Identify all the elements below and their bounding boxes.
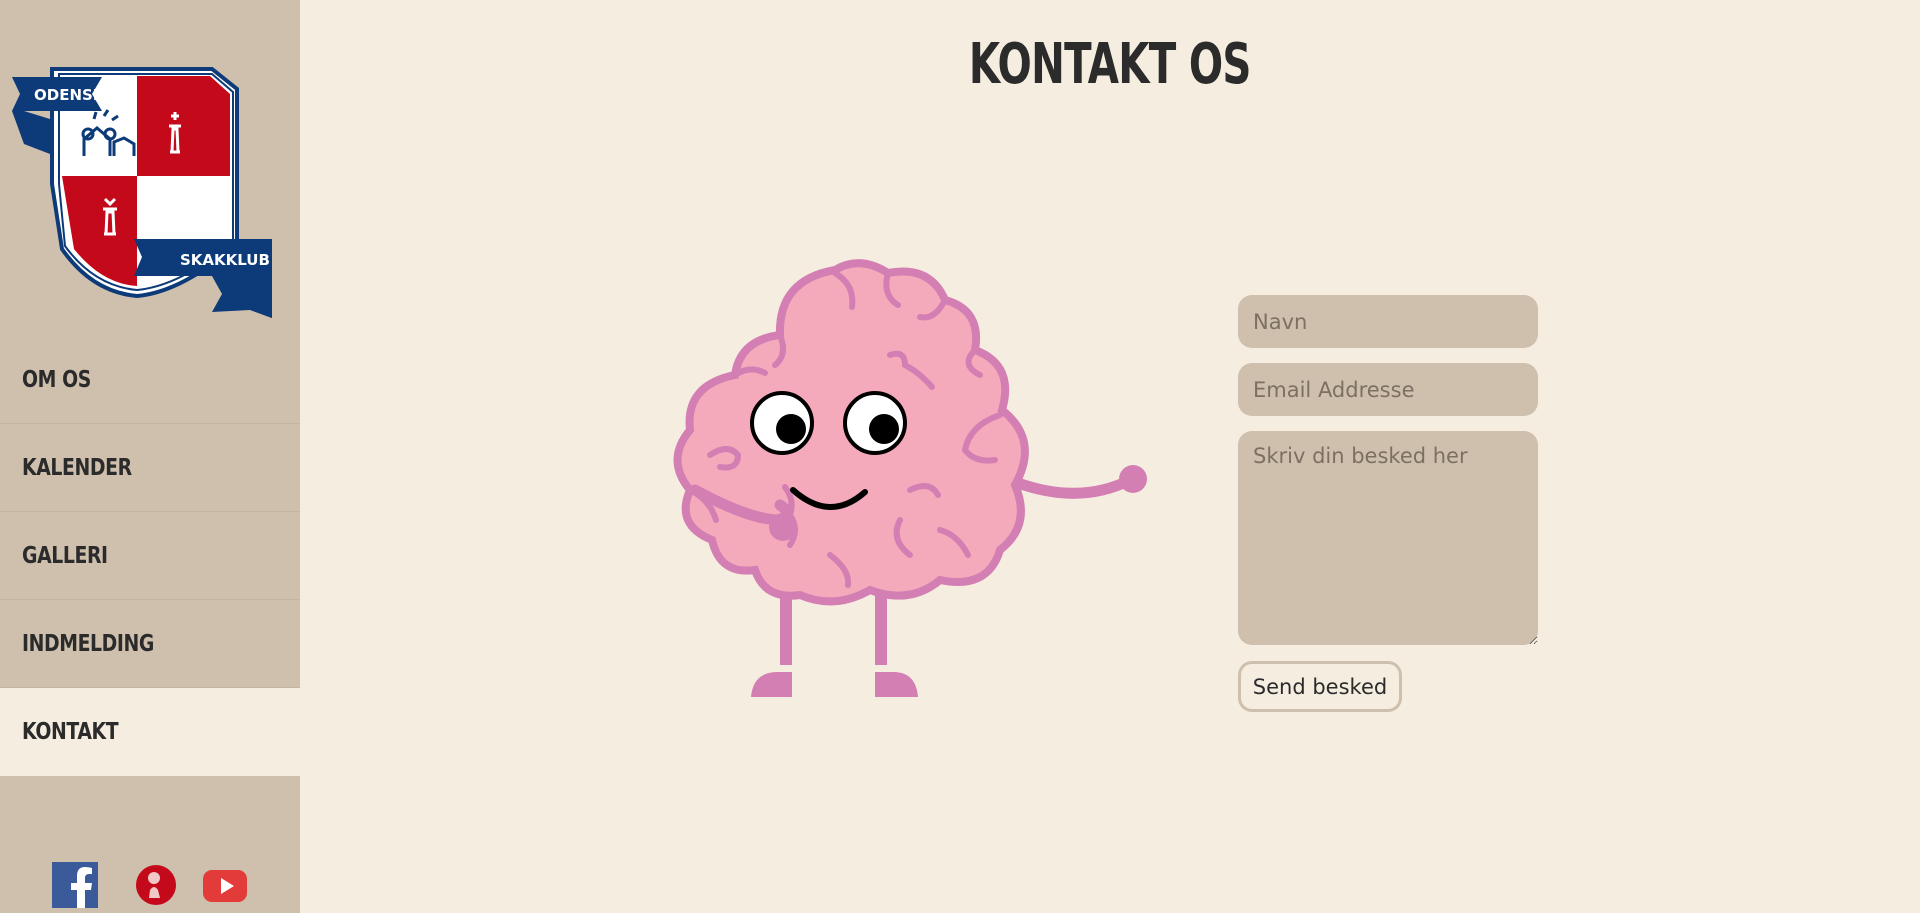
name-input[interactable] xyxy=(1238,295,1538,348)
nav-item-kalender[interactable]: KALENDER xyxy=(0,424,300,512)
nav-item-label: KONTAKT xyxy=(22,718,119,745)
nav-item-label: KALENDER xyxy=(22,454,132,481)
send-message-button[interactable]: Send besked xyxy=(1238,661,1402,712)
club-logo[interactable]: ODENSE SKAKKLUB xyxy=(12,64,272,326)
nav-item-galleri[interactable]: GALLERI xyxy=(0,512,300,600)
nav-item-om-os[interactable]: OM OS xyxy=(0,336,300,424)
youtube-icon[interactable] xyxy=(202,860,250,908)
nav-item-label: OM OS xyxy=(22,366,91,393)
mascot-right-arm xyxy=(1012,474,1136,499)
message-textarea[interactable] xyxy=(1238,431,1538,645)
page-title-text: KONTAKT OS xyxy=(969,32,1252,97)
nav-item-kontakt[interactable]: KONTAKT xyxy=(0,688,300,776)
logo-top-text: ODENSE xyxy=(34,86,103,104)
nav-item-indmelding[interactable]: INDMELDING xyxy=(0,600,300,688)
chess-pawn-icon[interactable] xyxy=(132,860,180,908)
page-title: KONTAKT OS xyxy=(300,32,1920,97)
nav-item-label: GALLERI xyxy=(22,542,108,569)
sidebar: ODENSE SKAKKLUB OM OS KALENDER GALLERI I… xyxy=(0,0,300,913)
facebook-icon[interactable] xyxy=(52,860,100,908)
main-nav: OM OS KALENDER GALLERI INDMELDING KONTAK… xyxy=(0,336,300,776)
email-input[interactable] xyxy=(1238,363,1538,416)
nav-item-label: INDMELDING xyxy=(22,630,154,657)
brain-mascot-illustration xyxy=(673,259,1147,697)
logo-bottom-text: SKAKKLUB xyxy=(180,251,270,269)
